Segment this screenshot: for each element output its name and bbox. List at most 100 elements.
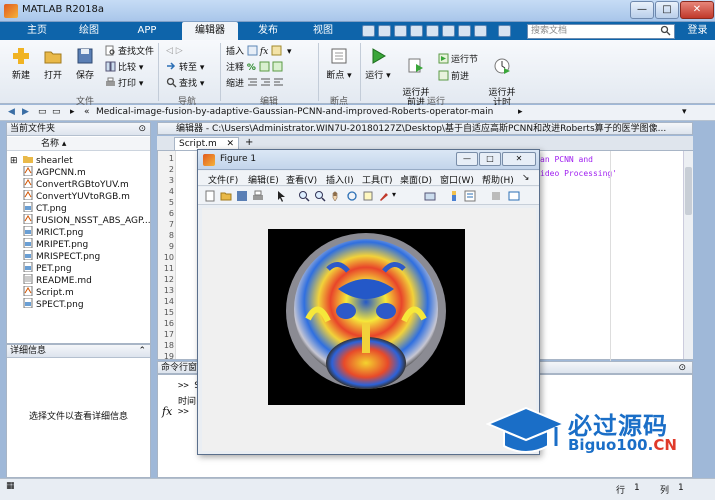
menu-insert[interactable]: 插入(I) [326, 173, 354, 186]
tab-publish[interactable]: 发布 [250, 22, 286, 40]
brush-dropdown-icon[interactable]: ▾ [392, 190, 396, 199]
fx-icon[interactable]: fx [162, 405, 172, 418]
goto-button[interactable]: 转至 ▾ [166, 61, 204, 74]
menu-view[interactable]: 查看(V) [286, 173, 317, 186]
brush-icon[interactable] [378, 190, 390, 202]
zoom-in-icon[interactable] [298, 190, 310, 202]
figure-minimize-button[interactable]: — [456, 152, 478, 166]
hide-plot-tools-icon[interactable] [490, 190, 502, 202]
qat-switch-icon[interactable] [458, 25, 471, 37]
menu-desktop[interactable]: 桌面(D) [400, 173, 432, 186]
menu-dock-icon[interactable]: ↘ [522, 173, 530, 183]
data-cursor-icon[interactable] [362, 190, 374, 202]
maximize-button[interactable]: □ [655, 1, 679, 19]
current-path[interactable]: Medical-image-fusion-by-adaptive-Gaussia… [96, 107, 493, 117]
indent-button[interactable]: 缩进 [226, 77, 286, 90]
list-item[interactable]: MRISPECT.png [23, 250, 100, 262]
list-item[interactable]: AGPCNN.m [23, 166, 86, 178]
details-collapse-icon[interactable]: ⌃ [138, 345, 146, 358]
list-item[interactable]: shearlet [23, 154, 73, 166]
qat-paste-icon[interactable] [410, 25, 423, 37]
qat-redo-icon[interactable] [442, 25, 455, 37]
nav-back-button[interactable]: ◁ ▷ [166, 45, 183, 58]
save-figure-icon[interactable] [236, 190, 248, 202]
compare-button[interactable]: 比较 ▾ [105, 61, 143, 74]
menu-window[interactable]: 窗口(W) [440, 173, 474, 186]
figure-title-bar[interactable]: Figure 1 — □ ✕ [198, 150, 539, 170]
scrollbar-thumb[interactable] [685, 167, 692, 215]
rotate-3d-icon[interactable] [346, 190, 358, 202]
login-button[interactable]: 登录 [680, 22, 715, 40]
colorbar-icon[interactable] [448, 190, 460, 202]
command-menu-icon[interactable]: ⊙ [678, 362, 686, 374]
path-expand-icon[interactable]: ▸ [518, 106, 523, 119]
figure-maximize-button[interactable]: □ [479, 152, 501, 166]
pointer-icon[interactable] [276, 190, 288, 202]
print-button[interactable]: 打印 ▾ [105, 77, 143, 90]
find-files-button[interactable]: 查找文件 [105, 45, 154, 58]
list-item[interactable]: CT.png [23, 202, 67, 214]
search-icon[interactable] [660, 25, 671, 36]
save-button[interactable]: 保存 [70, 46, 100, 81]
list-item[interactable]: ConvertYUVtoRGB.m [23, 190, 130, 202]
list-item[interactable]: FUSION_NSST_ABS_AGP... [23, 214, 151, 226]
forward-arrow-icon[interactable]: ▶ [22, 106, 29, 119]
search-input[interactable]: 搜索文档 [527, 24, 675, 39]
menu-edit[interactable]: 编辑(E) [248, 173, 279, 186]
expand-icon[interactable]: ⊞ [10, 155, 18, 168]
find-button[interactable]: 查找 ▾ [166, 77, 204, 90]
open-button[interactable]: 打开 [38, 46, 68, 81]
new-plus-icon [13, 48, 29, 64]
panel-menu-icon[interactable]: ⊙ [138, 123, 146, 136]
qat-dropdown-icon[interactable] [498, 25, 511, 37]
tab-view[interactable]: 视图 [305, 22, 341, 40]
qat-save-icon[interactable] [362, 25, 375, 37]
figure-close-button[interactable]: ✕ [502, 152, 536, 166]
editor-scrollbar[interactable] [683, 151, 693, 359]
print-figure-icon[interactable] [252, 190, 264, 202]
list-item[interactable]: PET.png [23, 262, 72, 274]
show-plot-tools-icon[interactable] [508, 190, 520, 202]
legend-icon[interactable] [464, 190, 476, 202]
back-arrow-icon[interactable]: ◀ [8, 106, 15, 119]
qat-undo-icon[interactable] [426, 25, 439, 37]
open-file-icon[interactable] [220, 190, 232, 202]
insert-button[interactable]: 插入 fx ▾ [226, 45, 292, 58]
pan-hand-icon[interactable] [330, 190, 342, 202]
name-column-header[interactable]: 名称 ▴ [7, 137, 150, 151]
tab-plots[interactable]: 绘图 [72, 22, 106, 40]
qat-help-icon[interactable] [474, 25, 487, 37]
link-plot-icon[interactable] [424, 190, 436, 202]
new-button[interactable]: 新建 [6, 46, 36, 81]
run-section-button[interactable]: 运行节 [438, 53, 478, 66]
list-item[interactable]: MRICT.png [23, 226, 83, 238]
path-dropdown-icon[interactable]: ▾ [682, 106, 687, 119]
browse-folder-icon[interactable]: ▭ [52, 106, 61, 119]
new-figure-icon[interactable] [204, 190, 216, 202]
list-item[interactable]: MRIPET.png [23, 238, 88, 250]
close-button[interactable]: ✕ [680, 1, 714, 19]
menu-help[interactable]: 帮助(H) [482, 173, 514, 186]
qat-copy-icon[interactable] [394, 25, 407, 37]
minimize-button[interactable]: — [630, 1, 654, 19]
list-item[interactable]: SPECT.png [23, 298, 84, 310]
path-overflow-icon[interactable]: « [84, 106, 90, 119]
run-time-button[interactable]: 运行并 计时 [484, 46, 520, 108]
tab-editor[interactable]: 编辑器 [182, 22, 238, 40]
menu-tools[interactable]: 工具(T) [362, 173, 393, 186]
folder-up-icon[interactable]: ▭ [38, 106, 47, 119]
run-button[interactable]: 运行 ▾ [364, 46, 392, 81]
breakpoints-button[interactable]: 断点 ▾ [324, 46, 354, 81]
list-item[interactable]: README.md [23, 274, 92, 286]
list-item[interactable]: Script.m [23, 286, 74, 298]
comment-button[interactable]: 注释 % [226, 61, 285, 74]
tab-home[interactable]: 主页 [20, 22, 54, 40]
zoom-out-icon[interactable] [314, 190, 326, 202]
menu-file[interactable]: 文件(F) [208, 173, 238, 186]
qat-cut-icon[interactable] [378, 25, 391, 37]
list-item[interactable]: ConvertRGBtoYUV.m [23, 178, 129, 190]
advance-button[interactable]: 前进 [438, 70, 469, 83]
line-number: 6 [168, 209, 174, 218]
new-tab-icon[interactable]: + [245, 137, 253, 148]
tab-apps[interactable]: APP [128, 22, 166, 40]
